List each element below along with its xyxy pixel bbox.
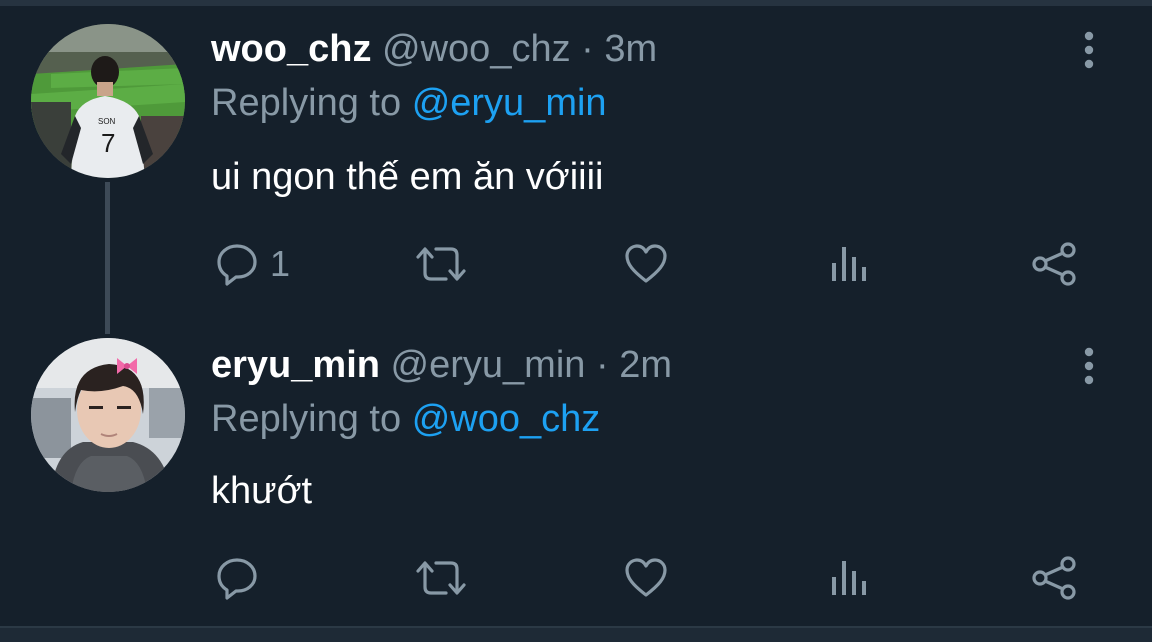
replying-to-label: Replying to [211, 82, 402, 124]
analytics-icon [832, 561, 866, 595]
tweet-header: eryu_min @eryu_min · 2m [211, 342, 672, 388]
timestamp[interactable]: 2m [619, 344, 672, 386]
tweet-header: woo_chz @woo_chz · 3m [211, 26, 657, 72]
separator-dot: · [595, 344, 609, 386]
analytics-button[interactable] [828, 240, 872, 288]
tweet-actions: 1 [0, 240, 1152, 288]
retweet-button[interactable] [414, 554, 468, 602]
more-vertical-icon[interactable] [1078, 30, 1100, 70]
tweet-eryu-min[interactable]: eryu_min @eryu_min · 2m Replying to @woo… [0, 320, 1152, 626]
username[interactable]: @woo_chz [382, 28, 571, 70]
analytics-button[interactable] [828, 554, 872, 602]
timestamp[interactable]: 3m [604, 28, 657, 70]
share-button[interactable] [1030, 554, 1078, 602]
separator-dot: · [581, 28, 594, 70]
reply-icon [217, 558, 257, 600]
analytics-icon [832, 247, 866, 281]
display-name[interactable]: woo_chz [211, 28, 371, 70]
avatar-image [31, 338, 185, 492]
tweet-text: khướt [211, 470, 313, 512]
tweet-actions [0, 554, 1152, 602]
username[interactable]: @eryu_min [391, 344, 586, 386]
reply-icon [217, 244, 257, 286]
display-name[interactable]: eryu_min [211, 344, 380, 386]
reply-button[interactable] [214, 554, 270, 602]
replying-to: Replying to @eryu_min [211, 80, 607, 126]
share-button[interactable] [1030, 240, 1078, 288]
heart-icon [625, 558, 667, 597]
replying-to-mention[interactable]: @eryu_min [412, 82, 607, 124]
reply-button[interactable]: 1 [214, 240, 290, 288]
replying-to-mention[interactable]: @woo_chz [412, 398, 601, 440]
share-icon [1032, 242, 1076, 286]
replying-to-label: Replying to [211, 398, 402, 440]
retweet-icon [416, 561, 466, 595]
retweet-button[interactable] [414, 240, 468, 288]
more-vertical-icon[interactable] [1078, 346, 1100, 386]
heart-icon [625, 244, 667, 283]
like-button[interactable] [623, 240, 669, 288]
reply-count: 1 [270, 243, 291, 284]
tweet-woo-chz[interactable]: SON 7 woo_chz @woo_chz · 3m Replying to … [0, 0, 1152, 320]
replying-to: Replying to @woo_chz [211, 396, 600, 442]
avatar[interactable]: SON 7 [31, 24, 185, 178]
like-button[interactable] [623, 554, 669, 602]
avatar[interactable] [31, 338, 185, 492]
avatar-image: SON 7 [31, 24, 185, 178]
jersey-name-text: SON [98, 117, 116, 126]
share-icon [1032, 556, 1076, 600]
tweet-text: ui ngon thế em ăn vớiiii [211, 156, 604, 198]
jersey-number-text: 7 [101, 128, 115, 158]
retweet-icon [416, 247, 466, 281]
